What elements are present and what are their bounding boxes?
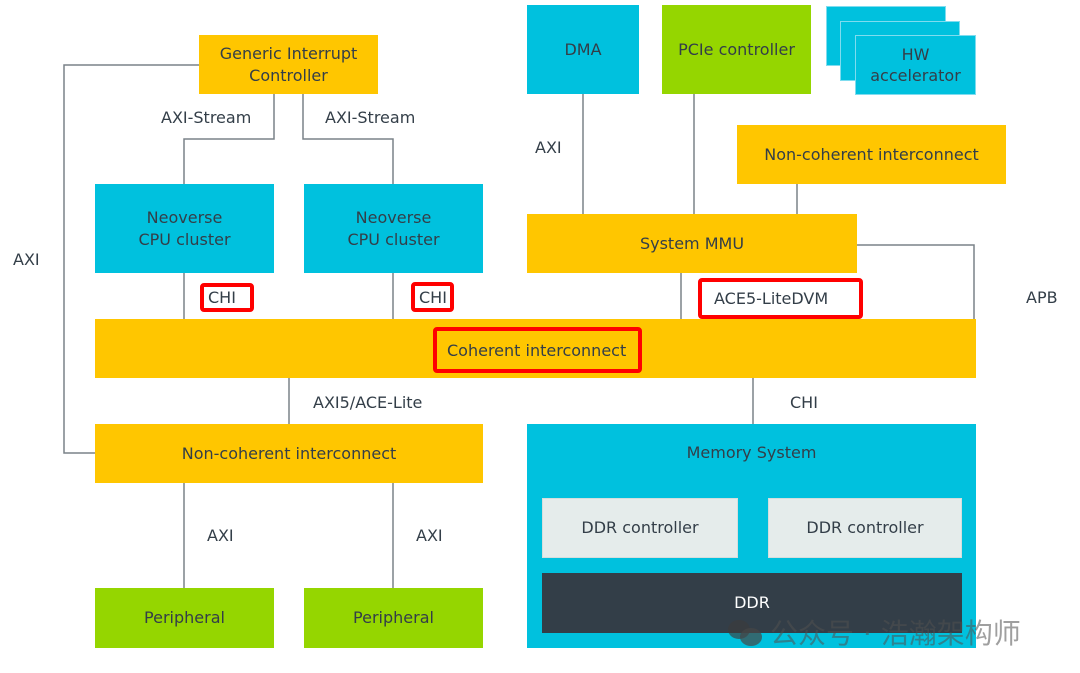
link-label-ace5-litedvm-highlighted: ACE5-LiteDVM (698, 278, 863, 319)
ddr-controller-2: DDR controller (768, 498, 962, 558)
system-mmu-block: System MMU (527, 214, 857, 273)
link-label-axi-peripheral-2: AXI (416, 526, 443, 545)
link-label-axi-stream-2: AXI-Stream (325, 108, 416, 127)
link-label-chi-1-highlighted: CHI (200, 283, 254, 312)
memory-system-title: Memory System (686, 443, 817, 462)
link-label-chi-memory: CHI (790, 393, 818, 412)
link-label-axi-dma: AXI (535, 138, 562, 157)
dma-block: DMA (527, 5, 639, 94)
link-label-axi-stream-1: AXI-Stream (161, 108, 252, 127)
coherent-interconnect-label-highlighted: Coherent interconnect (433, 327, 642, 373)
hw-accelerator-block: HW accelerator (855, 35, 976, 95)
noncoherent-interconnect-bottom: Non-coherent interconnect (95, 424, 483, 483)
watermark-text: 公众号 · 浩瀚架构师 (770, 617, 1021, 650)
noncoherent-interconnect-top: Non-coherent interconnect (737, 125, 1006, 184)
link-label-axi-left: AXI (13, 250, 40, 269)
link-label-axi5-ace-lite: AXI5/ACE-Lite (313, 393, 423, 412)
link-label-chi-2-highlighted: CHI (411, 282, 454, 312)
watermark: 公众号 · 浩瀚架构师 (728, 612, 1021, 652)
ddr-controller-1: DDR controller (542, 498, 738, 558)
pcie-controller-block: PCIe controller (662, 5, 811, 94)
cpu-cluster-2: Neoverse CPU cluster (304, 184, 483, 273)
peripheral-2: Peripheral (304, 588, 483, 648)
cpu-cluster-1: Neoverse CPU cluster (95, 184, 274, 273)
generic-interrupt-controller: Generic Interrupt Controller (199, 35, 378, 94)
peripheral-1: Peripheral (95, 588, 274, 648)
link-label-apb: APB (1026, 288, 1058, 307)
wechat-icon (728, 618, 764, 646)
link-label-axi-peripheral-1: AXI (207, 526, 234, 545)
